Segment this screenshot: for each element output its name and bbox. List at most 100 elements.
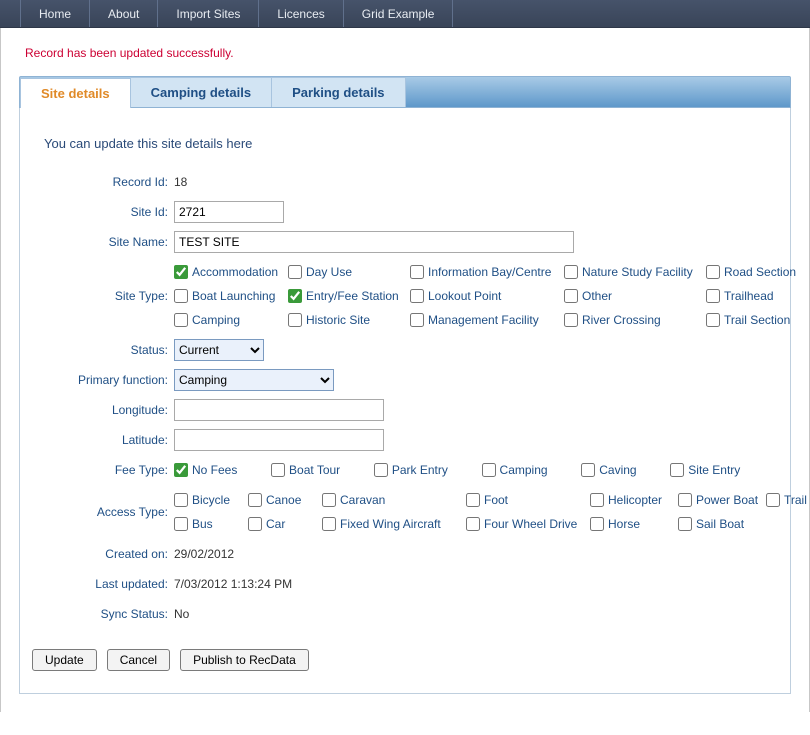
site-type-option[interactable]: Accommodation bbox=[174, 261, 284, 283]
nav-home[interactable]: Home bbox=[20, 0, 90, 27]
site-type-checkbox[interactable] bbox=[706, 313, 720, 327]
site-type-option[interactable]: Other bbox=[564, 285, 702, 307]
access-type-label-text: Helicopter bbox=[608, 489, 662, 511]
access-type-label-text: Sail Boat bbox=[696, 513, 744, 535]
site-type-option[interactable]: Information Bay/Centre bbox=[410, 261, 560, 283]
cancel-button[interactable]: Cancel bbox=[107, 649, 170, 671]
fee-type-checkbox[interactable] bbox=[271, 463, 285, 477]
site-type-option[interactable]: River Crossing bbox=[564, 309, 702, 331]
site-type-label-text: Day Use bbox=[306, 261, 352, 283]
site-type-option[interactable]: Lookout Point bbox=[410, 285, 560, 307]
update-button[interactable]: Update bbox=[32, 649, 97, 671]
access-type-checkbox[interactable] bbox=[466, 493, 480, 507]
access-type-option[interactable]: Fixed Wing Aircraft bbox=[322, 513, 462, 535]
fee-type-option[interactable]: Park Entry bbox=[374, 459, 478, 481]
site-type-option[interactable]: Day Use bbox=[288, 261, 406, 283]
access-type-option[interactable]: Helicopter bbox=[590, 489, 674, 511]
access-type-checkbox[interactable] bbox=[248, 517, 262, 531]
site-type-checkbox[interactable] bbox=[706, 289, 720, 303]
site-type-option[interactable]: Trailhead bbox=[706, 285, 810, 307]
fee-type-option[interactable]: Caving bbox=[581, 459, 666, 481]
access-type-checkbox[interactable] bbox=[678, 517, 692, 531]
publish-button[interactable]: Publish to RecData bbox=[180, 649, 309, 671]
fee-type-checkbox[interactable] bbox=[174, 463, 188, 477]
access-type-checkbox[interactable] bbox=[766, 493, 780, 507]
nav-about[interactable]: About bbox=[90, 0, 158, 27]
access-type-option[interactable]: Power Boat bbox=[678, 489, 762, 511]
site-type-checkbox[interactable] bbox=[174, 313, 188, 327]
site-type-checkbox[interactable] bbox=[288, 313, 302, 327]
site-type-option[interactable]: Management Facility bbox=[410, 309, 560, 331]
nav-licences[interactable]: Licences bbox=[259, 0, 343, 27]
status-select[interactable]: Current bbox=[174, 339, 264, 361]
site-type-option[interactable]: Trail Section bbox=[706, 309, 810, 331]
access-type-checkbox[interactable] bbox=[248, 493, 262, 507]
access-type-label-text: Caravan bbox=[340, 489, 385, 511]
site-type-checkbox[interactable] bbox=[410, 289, 424, 303]
access-type-label-text: Four Wheel Drive bbox=[484, 513, 577, 535]
site-id-label: Site Id: bbox=[40, 201, 174, 223]
access-type-label-text: Horse bbox=[608, 513, 640, 535]
primary-function-select[interactable]: Camping bbox=[174, 369, 334, 391]
longitude-input[interactable] bbox=[174, 399, 384, 421]
site-details-panel: You can update this site details here Re… bbox=[19, 108, 791, 694]
site-type-checkbox[interactable] bbox=[410, 265, 424, 279]
access-type-option[interactable]: Foot bbox=[466, 489, 586, 511]
site-type-option[interactable]: Boat Launching bbox=[174, 285, 284, 307]
fee-type-option[interactable]: Camping bbox=[482, 459, 578, 481]
site-type-option[interactable]: Entry/Fee Station bbox=[288, 285, 406, 307]
access-type-option[interactable]: Bicycle bbox=[174, 489, 244, 511]
fee-type-checkbox[interactable] bbox=[482, 463, 496, 477]
site-type-checkbox[interactable] bbox=[564, 289, 578, 303]
access-type-checkbox[interactable] bbox=[590, 517, 604, 531]
fee-type-group: No Fees Boat TourPark EntryCamping Caving S… bbox=[174, 459, 770, 481]
site-type-option[interactable]: Nature Study Facility bbox=[564, 261, 702, 283]
site-type-checkbox[interactable] bbox=[564, 265, 578, 279]
site-type-checkbox[interactable] bbox=[410, 313, 424, 327]
site-type-option[interactable]: Camping bbox=[174, 309, 284, 331]
created-on-label: Created on: bbox=[40, 543, 174, 565]
fee-type-option[interactable]: Site Entry bbox=[670, 459, 770, 481]
access-type-label-text: Canoe bbox=[266, 489, 301, 511]
access-type-checkbox[interactable] bbox=[466, 517, 480, 531]
fee-type-label-text: Caving bbox=[599, 459, 636, 481]
access-type-option[interactable]: Sail Boat bbox=[678, 513, 762, 535]
nav-import-sites[interactable]: Import Sites bbox=[158, 0, 259, 27]
access-type-option[interactable]: Car bbox=[248, 513, 318, 535]
access-type-option[interactable]: Four Wheel Drive bbox=[466, 513, 586, 535]
nav-grid-example[interactable]: Grid Example bbox=[344, 0, 454, 27]
access-type-checkbox[interactable] bbox=[590, 493, 604, 507]
fee-type-option[interactable]: No Fees bbox=[174, 459, 267, 481]
access-type-option[interactable]: Caravan bbox=[322, 489, 462, 511]
tab-parking-details[interactable]: Parking details bbox=[272, 77, 405, 107]
access-type-checkbox[interactable] bbox=[174, 493, 188, 507]
tab-strip: Site details Camping details Parking det… bbox=[19, 76, 791, 108]
access-type-checkbox[interactable] bbox=[322, 493, 336, 507]
tab-camping-details[interactable]: Camping details bbox=[131, 77, 272, 107]
site-type-checkbox[interactable] bbox=[174, 265, 188, 279]
fee-type-checkbox[interactable] bbox=[581, 463, 595, 477]
site-type-checkbox[interactable] bbox=[288, 265, 302, 279]
fee-type-label-text: Site Entry bbox=[688, 459, 740, 481]
fee-type-option[interactable]: Boat Tour bbox=[271, 459, 370, 481]
access-type-option[interactable]: Trail Bike bbox=[766, 489, 810, 511]
tab-site-details[interactable]: Site details bbox=[20, 78, 131, 108]
site-type-option[interactable]: Historic Site bbox=[288, 309, 406, 331]
access-type-checkbox[interactable] bbox=[174, 517, 188, 531]
access-type-checkbox[interactable] bbox=[678, 493, 692, 507]
site-name-input[interactable] bbox=[174, 231, 574, 253]
fee-type-label-text: No Fees bbox=[192, 459, 237, 481]
site-type-option[interactable]: Road Section bbox=[706, 261, 810, 283]
site-type-checkbox[interactable] bbox=[288, 289, 302, 303]
access-type-option[interactable]: Canoe bbox=[248, 489, 318, 511]
latitude-input[interactable] bbox=[174, 429, 384, 451]
access-type-checkbox[interactable] bbox=[322, 517, 336, 531]
fee-type-checkbox[interactable] bbox=[374, 463, 388, 477]
access-type-option[interactable]: Horse bbox=[590, 513, 674, 535]
site-type-checkbox[interactable] bbox=[174, 289, 188, 303]
site-id-input[interactable] bbox=[174, 201, 284, 223]
site-type-checkbox[interactable] bbox=[564, 313, 578, 327]
fee-type-checkbox[interactable] bbox=[670, 463, 684, 477]
site-type-checkbox[interactable] bbox=[706, 265, 720, 279]
access-type-option[interactable]: Bus bbox=[174, 513, 244, 535]
